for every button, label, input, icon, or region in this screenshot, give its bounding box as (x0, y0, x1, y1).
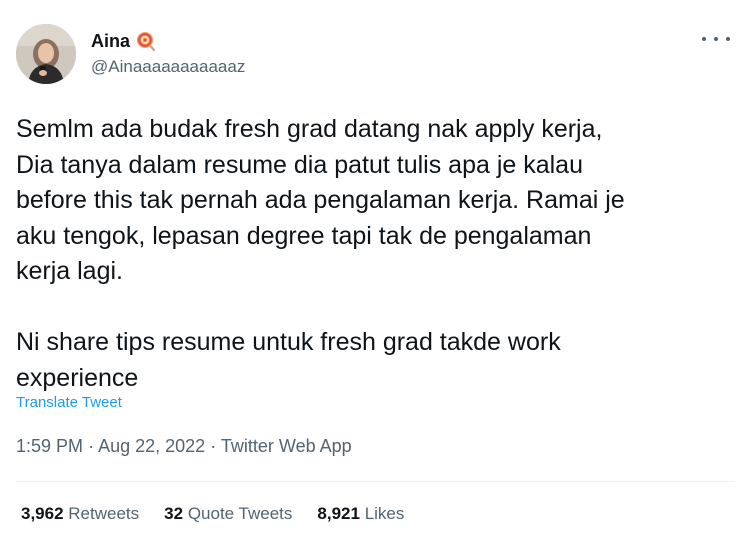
lollipop-icon (135, 30, 157, 52)
author-name-row[interactable]: Aina (91, 30, 157, 52)
avatar[interactable] (16, 24, 76, 84)
retweets-label: Retweets (68, 504, 140, 523)
more-dot (726, 37, 730, 41)
avatar-photo (16, 24, 76, 84)
author-handle[interactable]: @Ainaaaaaaaaaaaz (91, 57, 245, 77)
tweet-paragraph: Ni share tips resume untuk fresh grad ta… (16, 328, 561, 392)
tweet-meta: 1:59 PM · Aug 22, 2022 · Twitter Web App (16, 435, 352, 457)
likes-label: Likes (364, 504, 405, 523)
quote-tweets-stat[interactable]: 32 Quote Tweets (164, 504, 292, 524)
meta-separator: · (88, 436, 95, 456)
display-name[interactable]: Aina (91, 30, 130, 52)
likes-stat[interactable]: 8,921 Likes (317, 504, 404, 524)
translate-tweet-link[interactable]: Translate Tweet (16, 394, 122, 412)
tweet-time[interactable]: 1:59 PM (16, 436, 83, 456)
tweet-source[interactable]: Twitter Web App (221, 436, 352, 456)
more-horizontal-icon[interactable] (702, 32, 730, 46)
tweet-text: Semlm ada budak fresh grad datang nak ap… (16, 112, 736, 396)
divider (16, 481, 734, 482)
tweet-paragraph: Semlm ada budak fresh grad datang nak ap… (16, 115, 625, 285)
more-dot (714, 37, 718, 41)
retweets-count: 3,962 (21, 504, 64, 523)
meta-separator: · (210, 436, 217, 456)
quote-tweets-label: Quote Tweets (187, 504, 293, 523)
engagement-stats: 3,962 Retweets 32 Quote Tweets 8,921 Lik… (21, 504, 404, 524)
likes-count: 8,921 (317, 504, 360, 523)
tweet-date[interactable]: Aug 22, 2022 (98, 436, 205, 456)
quote-tweets-count: 32 (164, 504, 184, 523)
tweet-detail: Aina @Ainaaaaaaaaaaaz Semlm ada budak fr… (0, 0, 750, 539)
retweets-stat[interactable]: 3,962 Retweets (21, 504, 139, 524)
more-dot (702, 37, 706, 41)
